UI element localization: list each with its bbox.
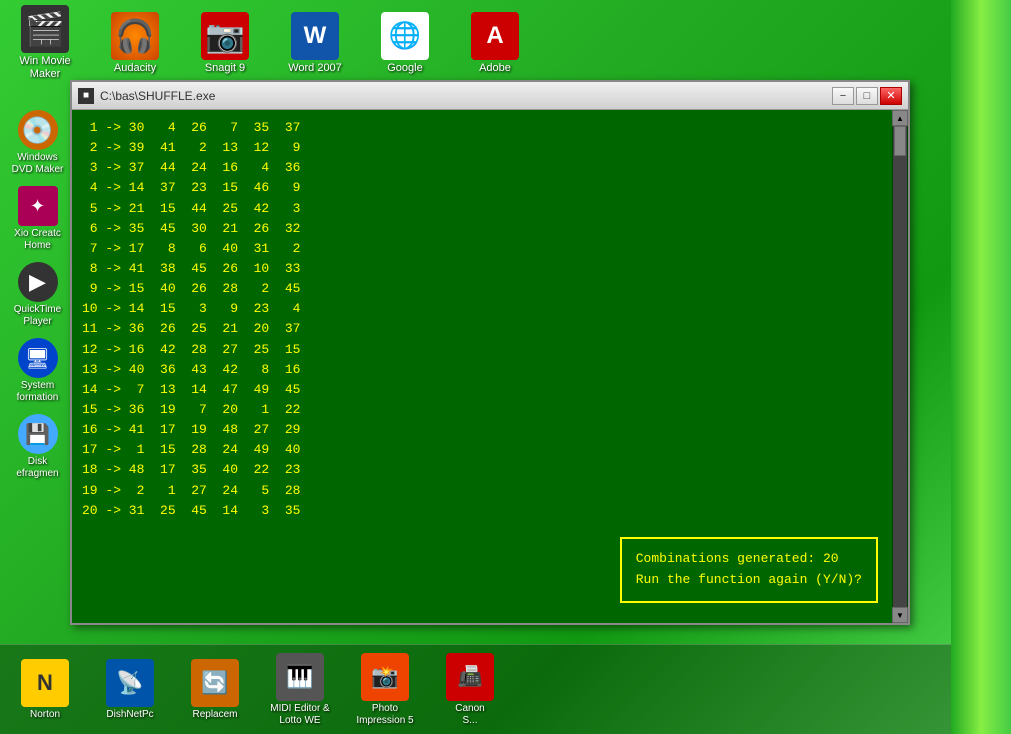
titlebar-app-icon: ■ xyxy=(78,88,94,104)
desktop-icon-xio[interactable]: ✦ Xio CreatcHome xyxy=(5,186,70,252)
snagit-icon: 📷 xyxy=(201,12,249,60)
titlebar-buttons: − □ ✕ xyxy=(832,87,902,105)
console-line: 4 -> 14 37 23 15 46 9 xyxy=(82,178,882,198)
midi-label: MIDI Editor &Lotto WE xyxy=(270,703,329,727)
quicktime-icon: ▶ xyxy=(18,262,58,302)
console-line: 5 -> 21 15 44 25 42 3 xyxy=(82,199,882,219)
desktop-icon-word[interactable]: W Word 2007 xyxy=(280,12,350,75)
console-line: 20 -> 31 25 45 14 3 35 xyxy=(82,501,882,521)
console-line: 16 -> 41 17 19 48 27 29 xyxy=(82,420,882,440)
audacity-label: Audacity xyxy=(114,62,156,75)
canon-icon: 📠 xyxy=(446,653,494,701)
console-line: 13 -> 40 36 43 42 8 16 xyxy=(82,360,882,380)
maximize-button[interactable]: □ xyxy=(856,87,878,105)
desktop-icon-dvd-maker[interactable]: 💿 WindowsDVD Maker xyxy=(5,110,70,176)
scroll-down-arrow[interactable]: ▼ xyxy=(892,607,908,623)
desktop-icon-google[interactable]: 🌐 Google xyxy=(370,12,440,75)
scroll-thumb[interactable] xyxy=(894,126,906,156)
console-line: 9 -> 15 40 26 28 2 45 xyxy=(82,279,882,299)
replacem-icon: 🔄 xyxy=(191,659,239,707)
norton-label: Norton xyxy=(30,709,60,721)
photo-label: PhotoImpression 5 xyxy=(356,703,413,727)
window-body: 1 -> 30 4 26 7 35 37 2 -> 39 41 2 13 12 … xyxy=(72,110,908,623)
window-title: C:\bas\SHUFFLE.exe xyxy=(100,89,215,103)
scrollbar[interactable]: ▲ ▼ xyxy=(892,110,908,623)
win-movie-maker-label: Win Movie Maker xyxy=(10,55,80,81)
console-line: 18 -> 48 17 35 40 22 23 xyxy=(82,460,882,480)
console-line: 12 -> 16 42 28 27 25 15 xyxy=(82,340,882,360)
console-line: 11 -> 36 26 25 21 20 37 xyxy=(82,319,882,339)
quicktime-label: QuickTimePlayer xyxy=(14,304,61,328)
desktop: 🎬 Win Movie Maker 🎧 Audacity 📷 Snagit 9 … xyxy=(0,0,1011,734)
titlebar-left: ■ C:\bas\SHUFFLE.exe xyxy=(78,88,215,104)
dishnet-icon: 📡 xyxy=(106,659,154,707)
taskbar-icon-replacem[interactable]: 🔄 Replacem xyxy=(180,659,250,721)
canon-label: CanonS... xyxy=(455,703,484,727)
norton-icon: N xyxy=(21,659,69,707)
system-info-icon: 🖥 xyxy=(18,338,58,378)
console-line: 6 -> 35 45 30 21 26 32 xyxy=(82,219,882,239)
console-line: 14 -> 7 13 14 47 49 45 xyxy=(82,380,882,400)
console-line: 3 -> 37 44 24 16 4 36 xyxy=(82,158,882,178)
console-line: 10 -> 14 15 3 9 23 4 xyxy=(82,299,882,319)
taskbar-icon-midi[interactable]: 🎹 MIDI Editor &Lotto WE xyxy=(265,653,335,727)
desktop-icon-quicktime[interactable]: ▶ QuickTimePlayer xyxy=(5,262,70,328)
disk-defrag-label: Diskefragmen xyxy=(16,456,58,480)
replacem-label: Replacem xyxy=(192,709,237,721)
word-icon: W xyxy=(291,12,339,60)
scroll-up-arrow[interactable]: ▲ xyxy=(892,110,908,126)
google-icon: 🌐 xyxy=(381,12,429,60)
scroll-track xyxy=(893,126,907,607)
adobe-label: Adobe xyxy=(479,62,511,75)
window-titlebar: ■ C:\bas\SHUFFLE.exe − □ ✕ xyxy=(72,82,908,110)
adobe-icon: A xyxy=(471,12,519,60)
taskbar-icon-photo[interactable]: 📸 PhotoImpression 5 xyxy=(350,653,420,727)
photo-icon: 📸 xyxy=(361,653,409,701)
win-movie-maker-icon: 🎬 xyxy=(21,5,69,53)
console-line: 19 -> 2 1 27 24 5 28 xyxy=(82,481,882,501)
google-label: Google xyxy=(387,62,422,75)
audacity-icon: 🎧 xyxy=(111,12,159,60)
taskbar: N Norton 📡 DishNetPc 🔄 Replacem 🎹 MIDI E… xyxy=(0,644,1011,734)
left-icon-bar: 💿 WindowsDVD Maker ✦ Xio CreatcHome ▶ Qu… xyxy=(5,110,70,480)
desktop-icon-win-movie-maker[interactable]: 🎬 Win Movie Maker xyxy=(10,5,80,81)
desktop-icon-snagit[interactable]: 📷 Snagit 9 xyxy=(190,12,260,75)
top-icon-bar: 🎬 Win Movie Maker 🎧 Audacity 📷 Snagit 9 … xyxy=(0,0,951,86)
close-button[interactable]: ✕ xyxy=(880,87,902,105)
console-line: 15 -> 36 19 7 20 1 22 xyxy=(82,400,882,420)
console-lines: 1 -> 30 4 26 7 35 37 2 -> 39 41 2 13 12 … xyxy=(82,118,882,521)
snagit-label: Snagit 9 xyxy=(205,62,245,75)
desktop-icon-adobe[interactable]: A Adobe xyxy=(460,12,530,75)
dvd-maker-icon: 💿 xyxy=(18,110,58,150)
taskbar-icon-dishnet[interactable]: 📡 DishNetPc xyxy=(95,659,165,721)
xio-icon: ✦ xyxy=(18,186,58,226)
system-info-label: Systemformation xyxy=(17,380,59,404)
disk-defrag-icon: 💾 xyxy=(18,414,58,454)
dvd-maker-label: WindowsDVD Maker xyxy=(12,152,64,176)
desktop-icon-disk-defrag[interactable]: 💾 Diskefragmen xyxy=(5,414,70,480)
prompt-line1: Combinations generated: 20 xyxy=(636,549,862,570)
xio-label: Xio CreatcHome xyxy=(14,228,61,252)
console-line: 8 -> 41 38 45 26 10 33 xyxy=(82,259,882,279)
taskbar-icon-canon[interactable]: 📠 CanonS... xyxy=(435,653,505,727)
taskbar-icon-norton[interactable]: N Norton xyxy=(10,659,80,721)
console-line: 2 -> 39 41 2 13 12 9 xyxy=(82,138,882,158)
console-line: 17 -> 1 15 28 24 49 40 xyxy=(82,440,882,460)
prompt-box: Combinations generated: 20 Run the funct… xyxy=(620,537,878,603)
word-label: Word 2007 xyxy=(288,62,342,75)
console-line: 7 -> 17 8 6 40 31 2 xyxy=(82,239,882,259)
desktop-icon-audacity[interactable]: 🎧 Audacity xyxy=(100,12,170,75)
console-window: ■ C:\bas\SHUFFLE.exe − □ ✕ 1 -> 30 4 26 … xyxy=(70,80,910,625)
dishnet-label: DishNetPc xyxy=(106,709,153,721)
console-line: 1 -> 30 4 26 7 35 37 xyxy=(82,118,882,138)
desktop-icon-system-info[interactable]: 🖥 Systemformation xyxy=(5,338,70,404)
prompt-line2: Run the function again (Y/N)? xyxy=(636,570,862,591)
minimize-button[interactable]: − xyxy=(832,87,854,105)
midi-icon: 🎹 xyxy=(276,653,324,701)
